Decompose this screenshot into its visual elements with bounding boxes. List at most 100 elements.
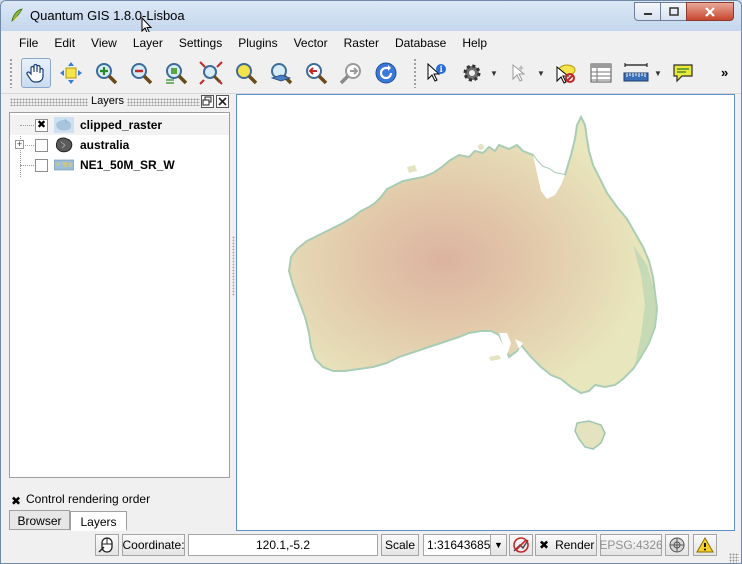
deselect-all-button[interactable] <box>550 58 580 88</box>
render-toggle[interactable]: ✖ Render <box>535 534 597 556</box>
control-rendering-order[interactable]: ✖ Control rendering order <box>10 492 150 508</box>
scale-value: 1:31643685 <box>427 538 491 552</box>
zoom-out-icon <box>131 63 153 85</box>
raster-layer-icon <box>54 117 74 133</box>
minimize-icon <box>643 12 652 15</box>
layer-visibility-checkbox[interactable] <box>35 139 48 152</box>
open-attribute-table-button[interactable] <box>586 58 616 88</box>
refresh-button[interactable] <box>371 58 401 88</box>
scale-combobox[interactable]: 1:31643685 ▼ <box>423 534 507 556</box>
map-tips-button[interactable] <box>668 58 698 88</box>
deselect-icon <box>556 64 576 84</box>
layer-row-australia[interactable]: + australia <box>10 135 229 155</box>
zoom-to-selection-button[interactable] <box>231 58 261 88</box>
layer-name: clipped_raster <box>80 118 163 132</box>
zoom-last-button[interactable] <box>301 58 331 88</box>
tree-branch-line <box>25 145 34 146</box>
layer-name: NE1_50M_SR_W <box>80 158 175 172</box>
svg-text:i: i <box>440 64 443 74</box>
messages-warning-button[interactable] <box>693 534 717 556</box>
layers-panel: Layers ✖ clipped_raster + australia NE1_… <box>8 94 232 531</box>
zoom-full-button[interactable] <box>196 58 226 88</box>
undock-panel-button[interactable] <box>201 95 214 108</box>
identify-icon: i <box>427 62 446 82</box>
projection-globe-icon <box>669 537 685 553</box>
close-panel-button[interactable] <box>216 95 229 108</box>
scale-label: Scale <box>381 534 419 556</box>
coordinate-field[interactable]: 120.1,-5.2 <box>188 534 378 556</box>
close-window-button[interactable] <box>686 2 734 21</box>
select-features-button[interactable] <box>504 58 534 88</box>
identify-features-button[interactable]: i <box>421 58 451 88</box>
menu-edit[interactable]: Edit <box>46 34 83 52</box>
zoom-full-icon <box>199 61 223 85</box>
maximize-button[interactable] <box>660 2 687 21</box>
warning-icon <box>696 536 714 553</box>
layers-panel-title: Layers <box>88 95 128 107</box>
menu-settings[interactable]: Settings <box>171 34 230 52</box>
menu-help[interactable]: Help <box>454 34 495 52</box>
projection-properties-button[interactable] <box>665 534 689 556</box>
gear-icon <box>463 64 481 82</box>
measure-line-button[interactable] <box>621 58 651 88</box>
pan-to-selection-icon <box>60 62 82 84</box>
layer-row-ne1-50m-sr-w[interactable]: NE1_50M_SR_W <box>10 155 229 175</box>
zoom-to-layer-button[interactable] <box>266 58 296 88</box>
layers-panel-title-bar[interactable]: Layers <box>8 94 232 110</box>
vector-polygon-layer-icon <box>55 137 73 153</box>
zoom-out-button[interactable] <box>126 58 156 88</box>
menu-vector[interactable]: Vector <box>286 34 336 52</box>
pan-to-selection-button[interactable] <box>56 58 86 88</box>
menu-layer[interactable]: Layer <box>125 34 171 52</box>
layer-visibility-checkbox[interactable]: ✖ <box>35 119 48 132</box>
select-dropdown-arrow-icon[interactable]: ▼ <box>537 70 545 78</box>
toolbar-overflow-button[interactable]: » <box>721 65 728 80</box>
expand-layer-icon[interactable]: + <box>15 140 24 149</box>
toolbar-grip[interactable] <box>9 58 13 88</box>
zoom-in-icon <box>96 63 118 85</box>
tree-branch-line <box>20 125 34 126</box>
control-rendering-order-checkbox[interactable]: ✖ <box>10 495 22 508</box>
menu-raster[interactable]: Raster <box>336 34 387 52</box>
layer-name: australia <box>80 138 130 152</box>
run-feature-action-button[interactable] <box>457 58 487 88</box>
ruler-icon <box>623 63 649 82</box>
tab-layers[interactable]: Layers <box>70 511 127 531</box>
zoom-in-button[interactable] <box>91 58 121 88</box>
menu-file[interactable]: File <box>11 34 46 52</box>
menu-view[interactable]: View <box>83 34 125 52</box>
zoom-native-resolution-button[interactable] <box>161 58 191 88</box>
zoom-next-button[interactable] <box>336 58 366 88</box>
title-bar: Quantum GIS 1.8.0-Lisboa <box>1 1 741 35</box>
panel-splitter-handle[interactable] <box>232 236 235 296</box>
tab-browser[interactable]: Browser <box>9 510 70 530</box>
action-dropdown-arrow-icon[interactable]: ▼ <box>490 70 498 78</box>
measure-dropdown-arrow-icon[interactable]: ▼ <box>654 70 662 78</box>
stop-rendering-icon <box>513 537 529 553</box>
scale-dropdown-arrow-icon[interactable]: ▼ <box>490 535 506 555</box>
maximize-icon <box>668 6 679 16</box>
close-icon <box>218 97 227 106</box>
menu-database[interactable]: Database <box>387 34 454 52</box>
render-checkbox[interactable]: ✖ <box>539 538 549 552</box>
map-canvas[interactable] <box>236 94 735 531</box>
mouse-icon <box>98 537 113 553</box>
layer-row-clipped-raster[interactable]: ✖ clipped_raster <box>10 115 229 135</box>
toggle-extents-mouse-button[interactable] <box>95 534 119 556</box>
crs-status-button[interactable]: EPSG:4326 <box>599 534 663 556</box>
select-features-icon <box>512 63 526 82</box>
stop-rendering-button[interactable] <box>509 534 533 556</box>
minimize-button[interactable] <box>634 2 661 21</box>
pan-map-button[interactable] <box>21 58 51 88</box>
menu-plugins[interactable]: Plugins <box>230 34 285 52</box>
toolbar-grip[interactable] <box>413 58 417 88</box>
window-title: Quantum GIS 1.8.0-Lisboa <box>30 8 185 23</box>
zoom-native-resolution-icon <box>166 63 188 85</box>
refresh-icon <box>375 62 397 84</box>
control-rendering-order-label: Control rendering order <box>26 492 151 506</box>
zoom-to-selection-icon <box>236 63 258 85</box>
layer-visibility-checkbox[interactable] <box>35 159 48 172</box>
render-label: Render <box>555 538 595 552</box>
window-resize-grip[interactable] <box>729 553 739 563</box>
zoom-to-layer-icon <box>270 63 293 85</box>
